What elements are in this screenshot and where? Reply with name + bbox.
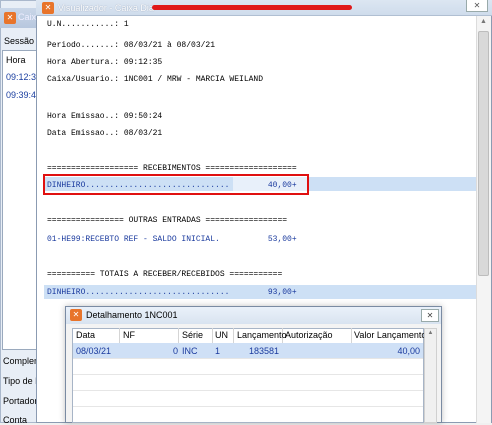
report-line-hora-emissao: Hora Emissao..: 09:50:24 xyxy=(47,112,163,121)
cell-lancamento[interactable]: 183581 xyxy=(234,346,279,356)
cell-serie[interactable]: INC xyxy=(182,346,198,356)
scroll-up-arrow-icon[interactable]: ▲ xyxy=(478,18,489,29)
row-divider xyxy=(73,358,423,359)
column-header-un[interactable]: UN xyxy=(215,330,228,340)
column-header-valor-lancamento[interactable]: Valor Lançamento xyxy=(354,330,426,340)
highlight-annotation-box xyxy=(43,174,309,195)
app-icon: ✕ xyxy=(42,2,54,14)
report-line-un: U.N...........: 1 xyxy=(47,20,129,29)
scroll-up-arrow-icon[interactable]: ▲ xyxy=(426,330,435,339)
column-header-hora[interactable]: Hora xyxy=(6,55,26,65)
report-line-dinheiro-totais[interactable]: DINHEIRO.............................. 9… xyxy=(47,288,297,297)
cell-valor-lancamento[interactable]: 40,00 xyxy=(352,346,420,356)
row-divider xyxy=(73,390,423,391)
app-icon: ✕ xyxy=(70,309,82,321)
row-divider xyxy=(73,374,423,375)
report-line-hora-abertura: Hora Abertura.: 09:12:35 xyxy=(47,58,163,67)
scrollbar-thumb[interactable] xyxy=(478,31,489,276)
column-header-data[interactable]: Data xyxy=(76,330,95,340)
column-header-lancamento[interactable]: Lançamento xyxy=(237,330,287,340)
row-divider xyxy=(73,406,423,407)
close-icon[interactable]: ✕ xyxy=(466,0,488,12)
report-line-caixa-usuario: Caixa/Usuario.: 1NC001 / MRW - MARCIA WE… xyxy=(47,75,264,84)
section-header-outras-entradas: ================ OUTRAS ENTRADAS =======… xyxy=(47,216,288,225)
close-icon[interactable]: ✕ xyxy=(421,309,439,322)
column-divider xyxy=(178,328,179,343)
column-header-autorizacao[interactable]: Autorização xyxy=(285,330,333,340)
report-line-saldo-inicial[interactable]: 01-HE99:RECEBTO REF - SALDO INICIAL. 53,… xyxy=(47,235,297,244)
field-label-conta: Conta xyxy=(3,415,28,425)
cell-un[interactable]: 1 xyxy=(215,346,220,356)
column-header-serie[interactable]: Série xyxy=(182,330,203,340)
column-divider xyxy=(212,328,213,343)
vertical-scrollbar[interactable] xyxy=(424,328,437,423)
cell-data[interactable]: 08/03/21 xyxy=(76,346,111,356)
column-divider xyxy=(233,328,234,343)
cell-nf[interactable]: 0 xyxy=(120,346,178,356)
field-label-portador: Portador xyxy=(3,396,38,406)
section-header-recebimentos: =================== RECEBIMENTOS =======… xyxy=(47,164,297,173)
app-icon: ✕ xyxy=(4,12,16,24)
column-header-nf[interactable]: NF xyxy=(123,330,135,340)
report-line-periodo: Periodo.......: 08/03/21 à 08/03/21 xyxy=(47,41,216,50)
section-header-totais: ========== TOTAIS A RECEBER/RECEBIDOS ==… xyxy=(47,270,283,279)
column-divider xyxy=(119,328,120,343)
report-line-data-emissao: Data Emissao..: 08/03/21 xyxy=(47,129,163,138)
detail-dialog-title: Detalhamento 1NC001 xyxy=(86,310,178,320)
column-divider xyxy=(351,328,352,343)
viewer-title: Visualizador - Caixa Dia xyxy=(58,3,154,13)
redaction-mark xyxy=(152,5,352,10)
